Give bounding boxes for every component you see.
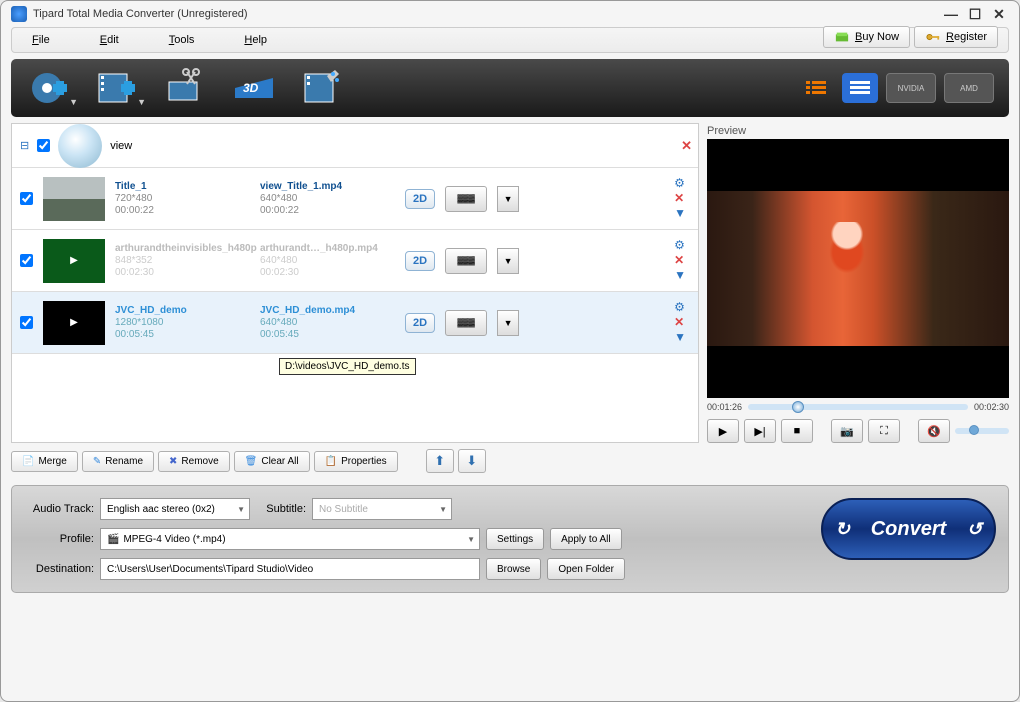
merge-button[interactable]: 📄Merge	[11, 451, 78, 472]
subtitle-label: Subtitle:	[256, 503, 306, 515]
apply-all-button[interactable]: Apply to All	[550, 528, 621, 550]
stop-button[interactable]: ■	[781, 419, 813, 443]
snapshot-button[interactable]: 📷	[831, 419, 863, 443]
down-icon[interactable]: ▼	[674, 269, 686, 282]
thumbnail: ▶	[43, 301, 105, 345]
3d-button[interactable]: 3D	[230, 67, 280, 109]
convert-button[interactable]: Convert	[821, 498, 996, 560]
file-checkbox[interactable]	[20, 192, 33, 205]
preview-panel: Preview 00:01:26 00:02:30 ▶ ▶| ■ 📷 ⛶ 🔇	[707, 123, 1009, 443]
nvidia-badge: NVIDIA	[886, 73, 936, 103]
file-row[interactable]: ▶ JVC_HD_demo1280*108000:05:45 JVC_HD_de…	[12, 292, 698, 354]
group-checkbox[interactable]	[37, 139, 50, 152]
destination-input[interactable]	[100, 558, 480, 580]
group-name: view	[110, 140, 132, 152]
add-disc-button[interactable]: ▼	[26, 67, 76, 109]
cart-icon	[834, 30, 850, 44]
2d-button[interactable]: 2D	[405, 251, 435, 271]
thumbnail	[43, 177, 105, 221]
bottom-panel: Audio Track: English aac stereo (0x2) Su…	[11, 485, 1009, 593]
output-profile-icon[interactable]: ▓▓▓	[445, 248, 487, 274]
profile-dropdown[interactable]: ▼	[497, 248, 519, 274]
preview-screen[interactable]	[707, 139, 1009, 398]
collapse-icon[interactable]: ⊟	[20, 139, 29, 152]
maximize-button[interactable]: ☐	[965, 6, 985, 22]
step-button[interactable]: ▶|	[744, 419, 776, 443]
seek-slider[interactable]	[748, 404, 968, 410]
settings-icon[interactable]: ⚙	[674, 301, 686, 314]
preview-label: Preview	[707, 123, 1009, 139]
mute-button[interactable]: 🔇	[918, 419, 950, 443]
list-toolbar: 📄Merge ✎Rename ✖Remove 🗑Clear All 📋Prope…	[1, 443, 1019, 479]
output-profile-icon[interactable]: ▓▓▓	[445, 310, 487, 336]
main-toolbar: ▼ ▼ 3D NVIDIA AMD	[11, 59, 1009, 117]
move-down-button[interactable]: ⬇	[458, 449, 486, 473]
rename-button[interactable]: ✎Rename	[82, 451, 154, 472]
group-row[interactable]: ⊟ view ✕	[12, 124, 698, 168]
menu-edit[interactable]: Edit	[100, 34, 119, 46]
settings-button[interactable]: Settings	[486, 528, 544, 550]
clear-all-button[interactable]: 🗑Clear All	[234, 451, 310, 472]
remove-icon[interactable]: ✕	[674, 192, 686, 205]
tooltip: D:\videos\JVC_HD_demo.ts	[279, 358, 416, 375]
volume-slider[interactable]	[955, 428, 1009, 434]
move-up-button[interactable]: ⬆	[426, 449, 454, 473]
settings-icon[interactable]: ⚙	[674, 177, 686, 190]
svg-text:3D: 3D	[243, 81, 259, 95]
buy-now-button[interactable]: Buy Now	[823, 26, 910, 48]
total-time: 00:02:30	[974, 402, 1009, 412]
2d-button[interactable]: 2D	[405, 189, 435, 209]
disc-icon	[58, 124, 102, 168]
view-detail-button[interactable]	[842, 73, 878, 103]
output-profile-icon[interactable]: ▓▓▓	[445, 186, 487, 212]
profile-dropdown[interactable]: ▼	[497, 186, 519, 212]
amd-badge: AMD	[944, 73, 994, 103]
profile-dropdown[interactable]: ▼	[497, 310, 519, 336]
remove-icon[interactable]: ✕	[674, 316, 686, 329]
browse-button[interactable]: Browse	[486, 558, 541, 580]
menubar: File Edit Tools Help Buy Now Register	[11, 27, 1009, 53]
down-icon[interactable]: ▼	[674, 331, 686, 344]
settings-icon[interactable]: ⚙	[674, 239, 686, 252]
audio-track-label: Audio Track:	[24, 503, 94, 515]
profile-label: Profile:	[24, 533, 94, 545]
file-checkbox[interactable]	[20, 254, 33, 267]
trim-button[interactable]	[162, 67, 212, 109]
2d-button[interactable]: 2D	[405, 313, 435, 333]
open-folder-button[interactable]: Open Folder	[547, 558, 625, 580]
view-list-button[interactable]	[798, 73, 834, 103]
minimize-button[interactable]: —	[941, 6, 961, 22]
app-window: Tipard Total Media Converter (Unregister…	[0, 0, 1020, 702]
current-time: 00:01:26	[707, 402, 742, 412]
remove-icon[interactable]: ✕	[674, 254, 686, 267]
close-button[interactable]: ✕	[989, 6, 1009, 22]
app-icon	[11, 6, 27, 22]
audio-track-combo[interactable]: English aac stereo (0x2)	[100, 498, 250, 520]
remove-button[interactable]: ✖Remove	[158, 451, 230, 472]
down-icon[interactable]: ▼	[674, 207, 686, 220]
file-row[interactable]: ▶ arthurandtheinvisibles_h480p848*35200:…	[12, 230, 698, 292]
thumbnail: ▶	[43, 239, 105, 283]
play-button[interactable]: ▶	[707, 419, 739, 443]
edit-video-button[interactable]	[298, 67, 348, 109]
group-delete-button[interactable]: ✕	[681, 138, 692, 154]
add-video-button[interactable]: ▼	[94, 67, 144, 109]
menu-tools[interactable]: Tools	[169, 34, 195, 46]
file-checkbox[interactable]	[20, 316, 33, 329]
key-icon	[925, 30, 941, 44]
menu-help[interactable]: Help	[244, 34, 267, 46]
profile-combo[interactable]: 🎬MPEG-4 Video (*.mp4)	[100, 528, 480, 550]
register-button[interactable]: Register	[914, 26, 998, 48]
file-row[interactable]: Title_1720*48000:00:22 view_Title_1.mp46…	[12, 168, 698, 230]
titlebar[interactable]: Tipard Total Media Converter (Unregister…	[1, 1, 1019, 27]
properties-button[interactable]: 📋Properties	[314, 451, 398, 472]
destination-label: Destination:	[24, 563, 94, 575]
fullscreen-button[interactable]: ⛶	[868, 419, 900, 443]
file-list[interactable]: ⊟ view ✕ Title_1720*48000:00:22 view_Tit…	[11, 123, 699, 443]
window-title: Tipard Total Media Converter (Unregister…	[33, 8, 248, 20]
menu-file[interactable]: File	[32, 34, 50, 46]
subtitle-combo[interactable]: No Subtitle	[312, 498, 452, 520]
